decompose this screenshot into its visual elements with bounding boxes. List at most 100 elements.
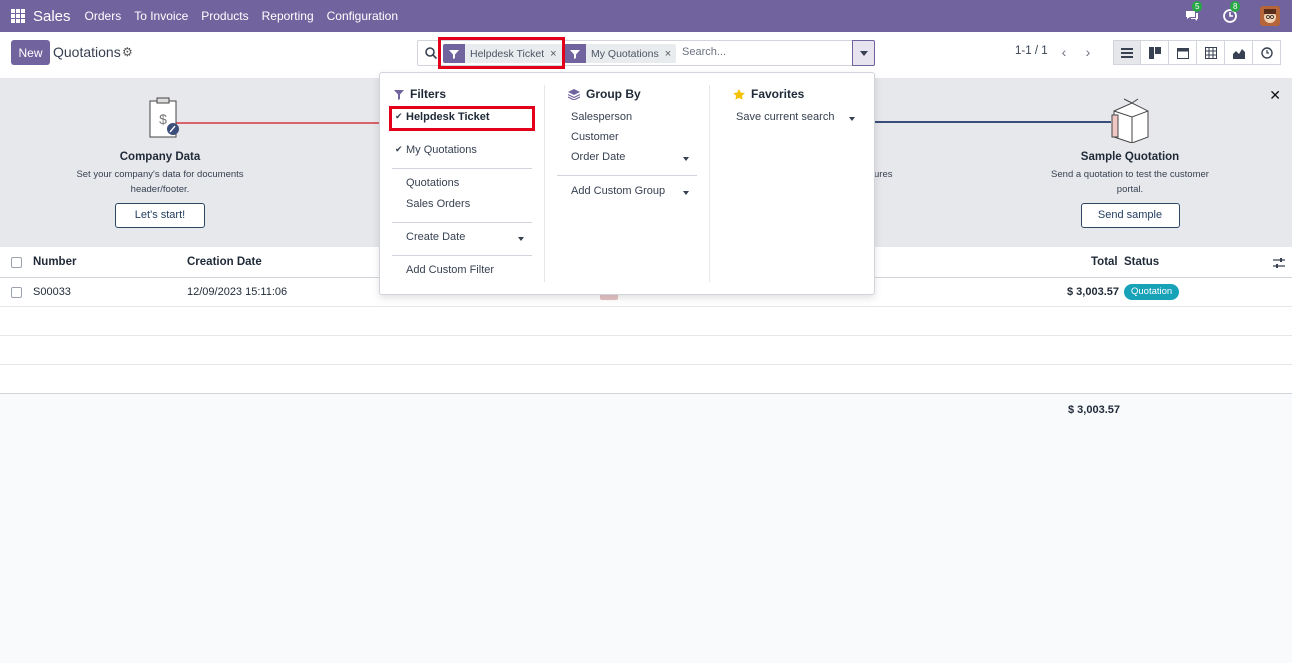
- filter-icon: [394, 89, 404, 100]
- group-by-salesperson[interactable]: Salesperson: [571, 111, 632, 123]
- group-by-title: Group By: [586, 87, 641, 101]
- add-custom-group[interactable]: Add Custom Group: [571, 185, 665, 197]
- document-box-icon: [1111, 98, 1149, 143]
- cell-number: S00033: [33, 286, 71, 298]
- status-badge: Quotation: [1124, 284, 1180, 300]
- search-panel-toggle[interactable]: [852, 40, 875, 66]
- calendar-view-button[interactable]: [1169, 40, 1197, 65]
- top-navbar: Sales Orders To Invoice Products Reporti…: [0, 0, 1292, 32]
- graph-view-button[interactable]: [1225, 40, 1253, 65]
- menu-reporting[interactable]: Reporting: [262, 9, 314, 23]
- send-sample-button[interactable]: Send sample: [1080, 203, 1180, 228]
- activity-view-button[interactable]: [1253, 40, 1281, 65]
- pager-previous-button[interactable]: ‹: [1052, 41, 1076, 63]
- group-by-order-date[interactable]: Order Date: [571, 151, 625, 163]
- empty-row: [0, 365, 1292, 394]
- caret-down-icon: [518, 237, 524, 241]
- svg-text:$: $: [159, 111, 167, 127]
- pivot-table-icon: [1204, 46, 1217, 59]
- empty-row: [0, 336, 1292, 365]
- favorites-column: Favorites: [733, 85, 804, 103]
- filter-create-date[interactable]: Create Date: [406, 231, 465, 243]
- divider: [392, 222, 532, 223]
- messages-count-badge: 5: [1192, 1, 1203, 12]
- favorites-title: Favorites: [751, 87, 805, 101]
- new-button[interactable]: New: [11, 40, 50, 65]
- pivot-view-button[interactable]: [1197, 40, 1225, 65]
- step-sample-quotation: Sample Quotation Send a quotation to tes…: [1030, 151, 1230, 228]
- column-creation-date[interactable]: Creation Date: [187, 256, 262, 268]
- activities-count-badge: 8: [1230, 1, 1241, 12]
- star-icon: [733, 88, 745, 100]
- step-title: Company Data: [119, 151, 201, 163]
- column-total[interactable]: Total: [1091, 256, 1118, 268]
- area-chart-icon: [1232, 48, 1245, 59]
- lets-start-button[interactable]: Let's start!: [115, 203, 205, 228]
- step-description: Set your company's data for documents he…: [76, 169, 244, 195]
- progress-line: [873, 121, 1111, 123]
- caret-down-icon: [849, 117, 855, 121]
- search-panel-dropdown: Filters ✔ Helpdesk Ticket ✔ My Quotations …: [379, 72, 875, 295]
- caret-down-icon: [683, 191, 689, 195]
- search-icon: [425, 47, 438, 60]
- filters-title: Filters: [410, 87, 447, 101]
- kanban-icon: [1148, 46, 1161, 59]
- pager-value[interactable]: 1-1 / 1: [1015, 45, 1048, 57]
- column-number[interactable]: Number: [33, 256, 76, 268]
- column-status[interactable]: Status: [1124, 256, 1159, 268]
- apps-menu-icon[interactable]: [11, 9, 25, 23]
- highlight-box-facet: [438, 37, 565, 69]
- filter-quotations[interactable]: Quotations: [406, 177, 459, 189]
- filter-label: My Quotations: [406, 144, 477, 156]
- group-by-column: Group By: [568, 85, 641, 103]
- menu-to-invoice[interactable]: To Invoice: [134, 9, 188, 23]
- progress-line: [176, 122, 381, 124]
- facet-label: My Quotations: [591, 47, 659, 60]
- divider: [392, 168, 532, 169]
- filter-my-quotations[interactable]: ✔ My Quotations: [395, 144, 477, 156]
- filter-icon: [564, 44, 586, 63]
- step-title: Sample Quotation: [1080, 151, 1180, 163]
- activities-clock-icon[interactable]: 8: [1222, 1, 1241, 24]
- app-name[interactable]: Sales: [33, 8, 71, 25]
- check-icon: ✔: [395, 144, 403, 154]
- list-view-button[interactable]: [1113, 40, 1141, 65]
- kanban-view-button[interactable]: [1141, 40, 1169, 65]
- divider: [392, 255, 532, 256]
- clock-icon: [1260, 46, 1273, 59]
- column-separator: [544, 85, 545, 282]
- highlight-box-filter: [389, 106, 535, 131]
- empty-row: [0, 307, 1292, 336]
- divider: [557, 175, 697, 176]
- group-by-customer[interactable]: Customer: [571, 131, 619, 143]
- invoice-document-icon: $: [149, 97, 179, 138]
- step-company-data: Company Data Set your company's data for…: [60, 151, 260, 228]
- layers-icon: [568, 88, 580, 100]
- facet-remove-icon[interactable]: ×: [665, 48, 676, 60]
- filter-sales-orders[interactable]: Sales Orders: [406, 198, 470, 210]
- gear-icon[interactable]: ⚙: [122, 45, 133, 59]
- footer-total: $ 3,003.57: [1068, 404, 1120, 416]
- menu-orders[interactable]: Orders: [85, 9, 122, 23]
- select-all-checkbox[interactable]: [11, 257, 22, 268]
- view-switcher: [1113, 40, 1281, 65]
- messages-icon[interactable]: 5: [1184, 1, 1203, 24]
- add-custom-filter[interactable]: Add Custom Filter: [406, 264, 494, 276]
- close-icon[interactable]: ✕: [1269, 87, 1281, 104]
- search-input[interactable]: Search...: [682, 46, 726, 58]
- step-description-partial: ures: [874, 169, 893, 180]
- caret-down-icon: [683, 157, 689, 161]
- menu-configuration[interactable]: Configuration: [327, 9, 398, 23]
- page-title: Quotations: [53, 44, 121, 60]
- user-avatar[interactable]: [1260, 6, 1280, 26]
- optional-columns-icon[interactable]: [1273, 257, 1285, 269]
- filters-column: Filters: [394, 85, 446, 103]
- column-separator: [709, 85, 710, 282]
- facet-my-quotations[interactable]: My Quotations ×: [564, 44, 677, 63]
- save-current-search[interactable]: Save current search: [736, 111, 834, 123]
- menu-products[interactable]: Products: [201, 9, 248, 23]
- step-description: Send a quotation to test the customer po…: [1051, 169, 1209, 195]
- pager-next-button[interactable]: ›: [1076, 41, 1100, 63]
- row-checkbox[interactable]: [11, 287, 22, 298]
- calendar-icon: [1176, 47, 1189, 59]
